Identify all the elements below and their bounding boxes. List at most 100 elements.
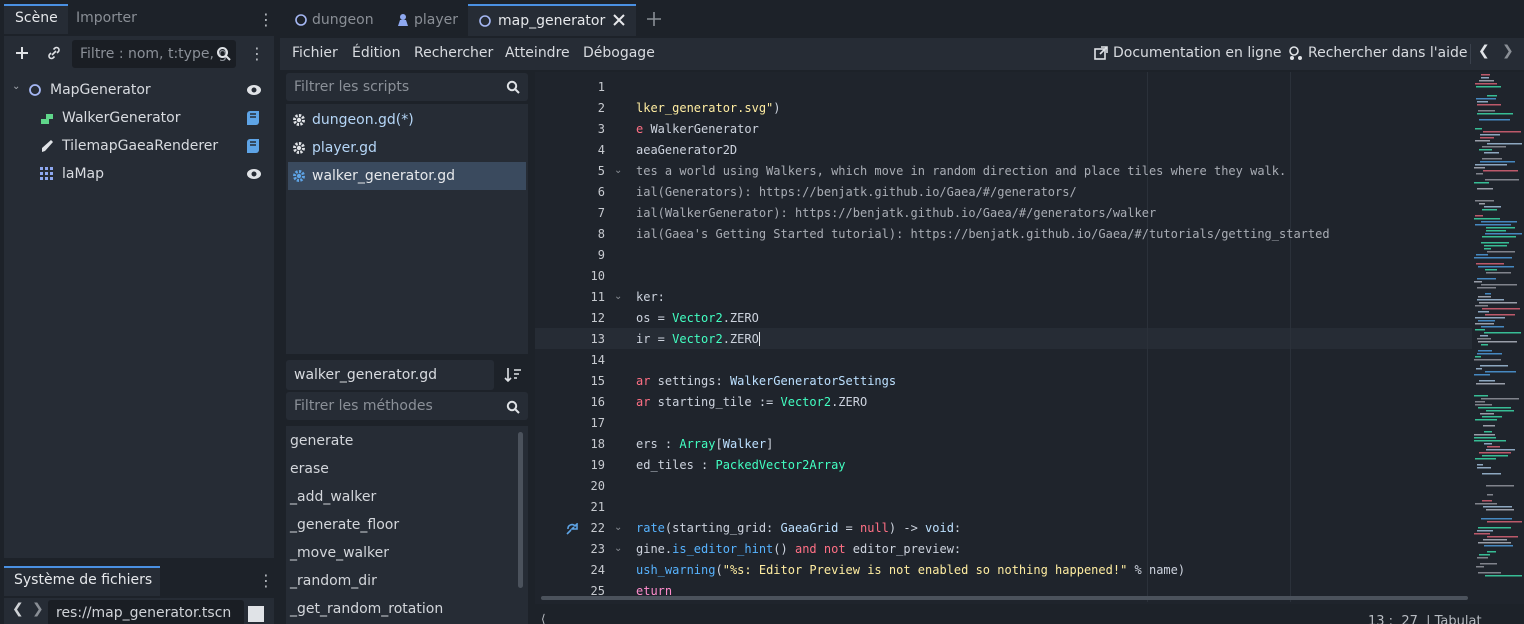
line-number: 7 (597, 206, 605, 220)
search-icon (506, 400, 520, 414)
doc-online-button[interactable]: Documentation en ligne (1113, 38, 1281, 68)
scene-filter-input[interactable]: Filtre : nom, t:type, g (72, 40, 236, 68)
visibility-eye-icon[interactable] (246, 83, 262, 97)
script-item-label: player.gd (312, 140, 377, 156)
tree-node-tilemapgaearenderer[interactable]: TilemapGaeaRenderer (4, 132, 274, 160)
method-item[interactable]: _move_walker (290, 539, 389, 567)
code-line: lker_generator.svg") (636, 101, 781, 115)
panel-toggle-icon[interactable]: ⟨ (541, 612, 546, 624)
script-item-dungeon[interactable]: dungeon.gd(*) (288, 106, 526, 134)
script-item-walker-generator[interactable]: walker_generator.gd (288, 162, 526, 190)
minimap-line (1482, 500, 1492, 502)
minimap-line (1478, 350, 1492, 352)
nav-back-icon[interactable]: ❮ (12, 601, 24, 617)
menu-edition[interactable]: Édition (352, 38, 400, 68)
minimap-line (1487, 536, 1518, 538)
sort-icon[interactable] (504, 366, 522, 384)
code-line: rate(starting_grid: GaeaGrid = null) -> … (636, 521, 962, 535)
tab-scene[interactable]: Scène (4, 4, 68, 34)
script-icon[interactable] (246, 138, 260, 154)
menu-atteindre[interactable]: Atteindre (505, 38, 570, 68)
minimap-line (1486, 509, 1514, 511)
methods-filter-input[interactable]: Filtrer les méthodes (286, 392, 528, 420)
override-arrow-icon[interactable] (566, 523, 579, 535)
tree-node-label: MapGenerator (50, 82, 151, 98)
tab-player[interactable]: player (386, 4, 466, 36)
minimap-line (1475, 404, 1492, 406)
search-help-button[interactable]: Rechercher dans l'aide (1308, 38, 1468, 68)
method-item[interactable]: _get_random_rotation (290, 595, 443, 623)
history-forward-icon[interactable]: ❯ (1502, 43, 1514, 59)
line-number: 2 (597, 101, 605, 115)
minimap-line (1474, 437, 1496, 439)
script-item-player[interactable]: player.gd (288, 134, 526, 162)
scripts-filter-input[interactable]: Filtrer les scripts (286, 73, 528, 101)
line-number: 1 (597, 80, 605, 94)
minimap-line (1477, 278, 1496, 280)
gear-icon (292, 141, 306, 155)
tab-import[interactable]: Importer (76, 10, 137, 26)
minimap-line (1480, 563, 1497, 565)
circle-icon (478, 14, 492, 28)
fold-chevron-icon[interactable]: ⌄ (614, 522, 622, 533)
code-minimap[interactable] (1472, 72, 1524, 594)
add-node-icon[interactable] (10, 41, 34, 65)
code-editor[interactable]: 1 2 3 4 5 6 7 8 9 10 11 12 13 14 15 16 17 18 19 20 21 22 23 24 2… (535, 72, 1524, 604)
menu-debogage[interactable]: Débogage (583, 38, 655, 68)
line-number: 17 (590, 416, 605, 430)
tree-node-lamap[interactable]: laMap (4, 160, 274, 188)
close-icon[interactable] (612, 13, 626, 27)
minimap-line (1478, 527, 1511, 529)
link-icon[interactable] (42, 41, 66, 65)
minimap-line (1475, 356, 1481, 358)
menu-fichier[interactable]: Fichier (292, 38, 338, 68)
tree-node-mapgenerator[interactable]: ⌄ MapGenerator (4, 76, 274, 104)
tab-filesystem-label: Système de fichiers (14, 572, 153, 588)
script-menu-bar: Fichier Édition Rechercher Atteindre Déb… (280, 38, 1524, 70)
add-tab-icon[interactable] (646, 11, 662, 27)
filesystem-path-input[interactable]: res://map_generator.tscn (48, 600, 244, 624)
filesystem-menu-icon[interactable]: ⋮ (258, 571, 274, 591)
view-mode-icon[interactable] (248, 606, 264, 622)
method-item[interactable]: _generate_floor (290, 511, 399, 539)
script-icon[interactable] (246, 110, 260, 126)
code-line: e WalkerGenerator (636, 122, 759, 136)
history-back-icon[interactable]: ❮ (1478, 43, 1490, 59)
tab-dungeon-label: dungeon (312, 12, 374, 28)
brush-icon (40, 139, 54, 153)
methods-scrollbar[interactable] (518, 432, 523, 588)
minimap-line (1482, 209, 1497, 211)
scene-tools-menu-icon[interactable]: ⋮ (249, 44, 265, 64)
menu-rechercher[interactable]: Rechercher (414, 38, 493, 68)
horizontal-scrollbar[interactable] (541, 596, 1468, 600)
search-icon (216, 46, 232, 62)
method-item[interactable]: _add_walker (290, 483, 376, 511)
tab-map-generator-label: map_generator (498, 13, 606, 29)
gear-icon (292, 113, 306, 127)
minimap-line (1475, 329, 1485, 331)
chevron-down-icon[interactable]: ⌄ (12, 81, 20, 92)
fold-chevron-icon[interactable]: ⌄ (614, 543, 622, 554)
minimap-line (1482, 455, 1508, 457)
fold-chevron-icon[interactable]: ⌄ (614, 291, 622, 302)
line-number: 20 (590, 479, 605, 493)
nav-forward-icon[interactable]: ❯ (32, 601, 44, 617)
minimap-line (1487, 494, 1493, 496)
tab-filesystem[interactable]: Système de fichiers (4, 566, 160, 596)
minimap-line (1475, 419, 1497, 421)
fold-chevron-icon[interactable]: ⌄ (614, 165, 622, 176)
tab-player-label: player (414, 12, 459, 28)
method-item[interactable]: erase (290, 455, 329, 483)
tab-map-generator[interactable]: map_generator (468, 4, 636, 36)
minimap-line (1474, 359, 1501, 361)
line-number: 5 (597, 164, 605, 178)
gear-icon (292, 169, 306, 183)
tab-dungeon[interactable]: dungeon (284, 4, 380, 36)
method-item[interactable]: generate (290, 427, 353, 455)
minimap-line (1486, 272, 1511, 274)
method-item[interactable]: _random_dir (290, 567, 377, 595)
scene-dock-menu-icon[interactable]: ⋮ (258, 10, 274, 30)
tree-node-walkergenerator[interactable]: WalkerGenerator (4, 104, 274, 132)
minimap-line (1482, 236, 1516, 238)
visibility-eye-icon[interactable] (246, 167, 262, 181)
